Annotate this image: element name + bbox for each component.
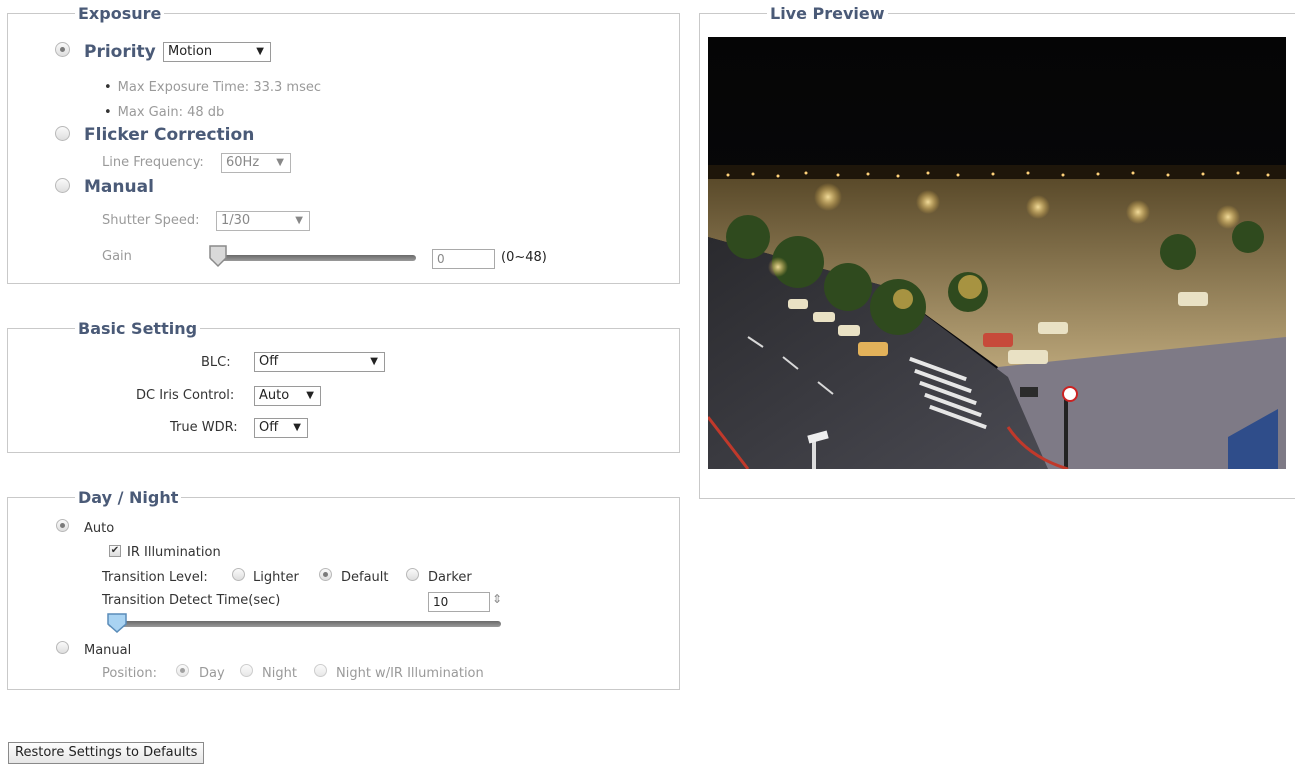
max-gain: Max Gain: 48 db [104,105,225,120]
position-night-ir-radio[interactable] [314,664,327,677]
flicker-correction-label: Flicker Correction [84,125,255,145]
max-exposure-time: Max Exposure Time: 33.3 msec [104,80,321,95]
transition-darker-label: Darker [428,570,472,585]
position-night-radio[interactable] [240,664,253,677]
basic-setting-legend: Basic Setting [75,320,201,338]
restore-defaults-button[interactable]: Restore Settings to Defaults [8,742,205,764]
flicker-correction-radio[interactable] [55,126,70,141]
ir-illumination-label: IR Illumination [127,545,221,560]
chevron-down-icon: ▼ [276,157,284,168]
chevron-down-icon: ▼ [256,46,264,57]
priority-select-value: Motion [168,44,213,59]
live-preview-legend: Live Preview [767,5,888,23]
position-day-radio[interactable] [176,664,189,677]
line-frequency-value: 60Hz [226,155,260,170]
true-wdr-value: Off [259,420,279,435]
shutter-speed-label: Shutter Speed: [102,213,200,228]
position-day-label: Day [199,666,225,681]
true-wdr-label: True WDR: [170,420,238,435]
transition-default-label: Default [341,570,389,585]
transition-default-radio[interactable] [319,568,332,581]
detect-time-slider-track[interactable] [108,621,501,627]
chevron-down-icon: ▼ [295,215,303,226]
transition-darker-radio[interactable] [406,568,419,581]
detect-time-slider-handle[interactable] [106,612,128,634]
position-night-label: Night [262,666,297,681]
chevron-down-icon: ▼ [306,390,314,401]
auto-radio[interactable] [56,519,69,532]
dc-iris-value: Auto [259,388,290,403]
blc-value: Off [259,354,279,369]
transition-lighter-label: Lighter [253,570,299,585]
ir-illumination-checkbox[interactable]: ✔ [109,545,121,557]
dc-iris-label: DC Iris Control: [136,388,235,403]
basic-setting-panel: Basic Setting [7,320,680,453]
gain-input-value: 0 [437,252,445,266]
gain-slider-handle[interactable] [208,244,228,268]
gain-label: Gain [102,249,132,264]
transition-detect-time-label: Transition Detect Time(sec) [102,593,281,608]
transition-lighter-radio[interactable] [232,568,245,581]
manual-exposure-radio[interactable] [55,178,70,193]
transition-level-label: Transition Level: [102,570,208,585]
spinner-icon[interactable]: ⇕ [492,592,502,606]
detect-time-input[interactable]: 10 [428,592,490,612]
priority-select[interactable]: Motion ▼ [163,42,271,62]
detect-time-value: 10 [433,595,449,609]
position-label: Position: [102,666,157,681]
gain-input[interactable]: 0 [432,249,495,269]
live-preview-image [708,37,1286,469]
gain-slider-track[interactable] [210,255,416,261]
auto-label: Auto [84,521,115,536]
manual-daynight-label: Manual [84,643,132,658]
manual-daynight-radio[interactable] [56,641,69,654]
blc-select[interactable]: Off ▼ [254,352,385,372]
gain-range: (0~48) [501,250,547,265]
priority-label: Priority [84,42,156,62]
shutter-speed-value: 1/30 [221,213,251,228]
shutter-speed-select[interactable]: 1/30 ▼ [216,211,310,231]
blc-label: BLC: [201,355,231,370]
chevron-down-icon: ▼ [370,356,378,367]
position-night-ir-label: Night w/IR Illumination [336,666,484,681]
line-frequency-label: Line Frequency: [102,155,204,170]
priority-radio[interactable] [55,42,70,57]
manual-exposure-label: Manual [84,177,154,197]
true-wdr-select[interactable]: Off ▼ [254,418,308,438]
chevron-down-icon: ▼ [293,422,301,433]
dc-iris-select[interactable]: Auto ▼ [254,386,321,406]
exposure-legend: Exposure [75,5,165,23]
day-night-legend: Day / Night [75,489,182,507]
line-frequency-select[interactable]: 60Hz ▼ [221,153,291,173]
